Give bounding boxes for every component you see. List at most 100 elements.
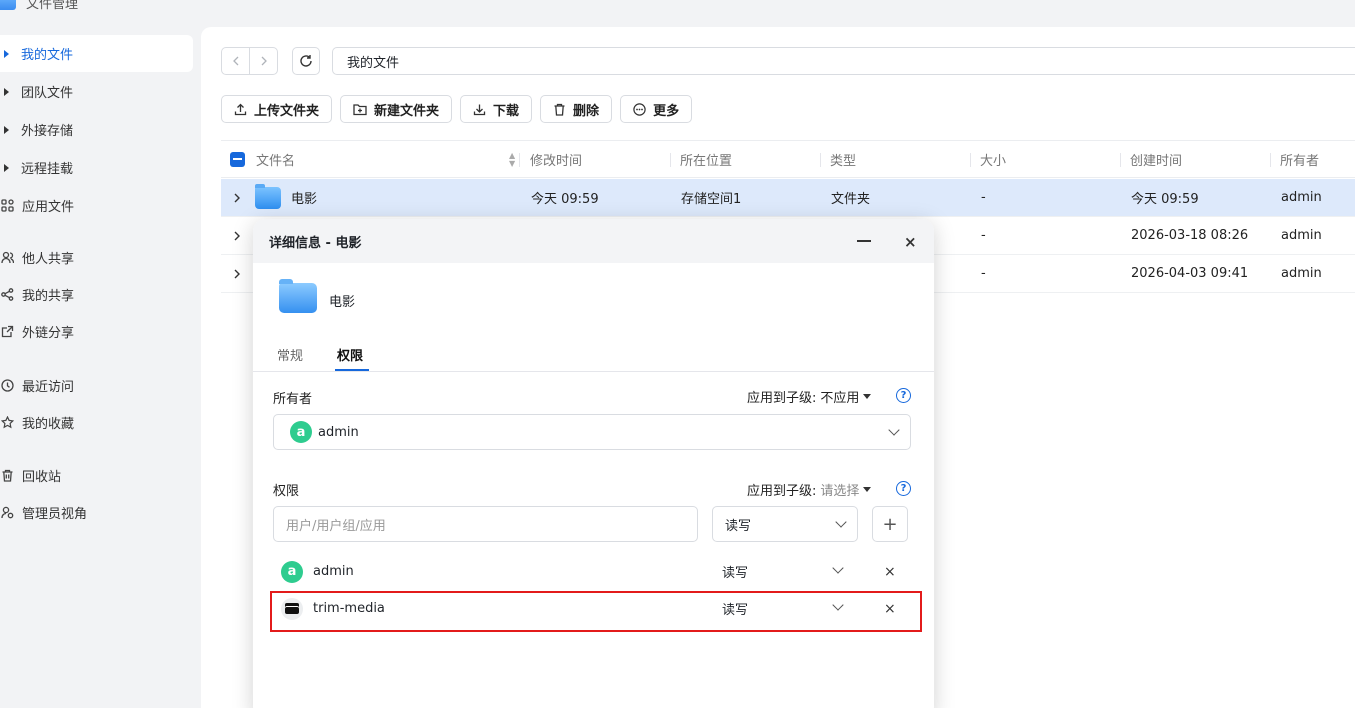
expand-chevron-icon[interactable] <box>233 255 241 292</box>
toolbar: 上传文件夹 新建文件夹 下载 删除 更多 <box>221 95 693 123</box>
minimize-button[interactable] <box>857 240 871 242</box>
new-folder-icon <box>353 103 367 115</box>
permission-select[interactable]: 读写 <box>712 506 858 542</box>
delete-button[interactable]: 删除 <box>540 95 613 123</box>
tab-general[interactable]: 常规 <box>277 345 303 364</box>
folder-icon <box>279 279 317 313</box>
caret-right-icon <box>4 87 9 96</box>
dialog-title: 详细信息 - 电影 <box>269 235 362 251</box>
entry-name: admin <box>313 564 354 579</box>
select-all-checkbox[interactable] <box>230 152 245 167</box>
sidebar-item-recent[interactable]: 最近访问 <box>0 367 193 404</box>
tab-permissions[interactable]: 权限 <box>337 345 363 364</box>
column-header-created[interactable]: 创建时间 <box>1130 141 1182 178</box>
expand-chevron-icon[interactable] <box>233 179 241 216</box>
owner-value: admin <box>318 424 359 440</box>
dropdown-triangle-icon <box>863 394 872 399</box>
sidebar-item-shared-with-me[interactable]: 他人共享 <box>0 239 193 276</box>
sidebar-item-my-files[interactable]: 我的文件 <box>0 35 193 72</box>
column-header-type[interactable]: 类型 <box>830 141 856 178</box>
sidebar-item-label: 应用文件 <box>22 200 75 215</box>
refresh-button[interactable] <box>292 47 320 75</box>
permissions-label: 权限 <box>273 484 300 499</box>
avatar: a <box>281 560 303 583</box>
owner: admin <box>1281 266 1322 281</box>
permission-entry: a admin 读写 × <box>273 553 921 590</box>
sidebar-item-my-shares[interactable]: 我的共享 <box>0 276 193 313</box>
close-button[interactable]: × <box>904 233 917 251</box>
download-button[interactable]: 下载 <box>460 95 533 123</box>
column-header-location[interactable]: 所在位置 <box>680 141 732 178</box>
modified-time: 今天 09:59 <box>531 192 599 207</box>
sidebar-item-favorites[interactable]: 我的收藏 <box>0 404 193 441</box>
created-time: 2026-03-18 08:26 <box>1131 228 1249 243</box>
details-dialog: 详细信息 - 电影 × 电影 常规 权限 所有者 应用到子级: 不应用 ? a … <box>253 219 934 708</box>
app-title: 文件管理 <box>0 0 78 12</box>
refresh-icon <box>300 55 312 67</box>
sidebar-item-label: 外链分享 <box>22 326 75 341</box>
path-bar[interactable]: 我的文件 <box>332 47 1355 75</box>
clock-icon <box>0 379 14 392</box>
expand-chevron-icon[interactable] <box>233 217 241 254</box>
help-icon[interactable]: ? <box>896 481 911 496</box>
app-title-text: 文件管理 <box>26 0 79 12</box>
sidebar-item-label: 回收站 <box>22 470 62 485</box>
dialog-header: 详细信息 - 电影 × <box>253 219 934 263</box>
file-manager-logo-icon <box>0 0 16 10</box>
forward-button[interactable] <box>249 48 277 74</box>
owner-select[interactable]: a admin <box>273 414 911 450</box>
new-folder-button[interactable]: 新建文件夹 <box>340 95 453 123</box>
table-row[interactable]: 电影 今天 09:59 存储空间1 文件夹 - 今天 09:59 admin <box>221 179 1355 217</box>
upload-folder-button[interactable]: 上传文件夹 <box>221 95 333 123</box>
users-icon <box>0 251 14 264</box>
caret-right-icon <box>4 163 9 172</box>
size: - <box>981 228 986 243</box>
upload-folder-label: 上传文件夹 <box>254 103 320 119</box>
sidebar-item-label: 团队文件 <box>21 86 74 101</box>
column-header-size[interactable]: 大小 <box>980 141 1006 178</box>
sidebar-item-team-files[interactable]: 团队文件 <box>0 73 193 110</box>
table-header: 文件名 ▲ ▼ 修改时间 所在位置 类型 大小 创建时间 所有者 <box>221 140 1355 178</box>
column-header-owner[interactable]: 所有者 <box>1280 141 1319 178</box>
sidebar-item-admin-view[interactable]: 管理员视角 <box>0 494 193 531</box>
remove-entry-button[interactable]: × <box>884 564 896 580</box>
chevron-down-icon[interactable] <box>832 562 844 574</box>
caret-right-icon <box>4 125 9 134</box>
sidebar-item-label: 管理员视角 <box>22 507 88 522</box>
sidebar-item-app-files[interactable]: 应用文件 <box>0 187 193 224</box>
sidebar-item-label: 他人共享 <box>22 252 75 267</box>
more-icon <box>633 102 646 116</box>
apps-grid-icon <box>0 199 14 212</box>
download-icon <box>473 104 486 115</box>
sidebar-item-label: 外接存储 <box>21 124 74 139</box>
upload-icon <box>234 103 247 115</box>
permissions-apply-to-children[interactable]: 应用到子级: 请选择 <box>747 480 872 499</box>
avatar: a <box>290 421 312 443</box>
add-permission-button[interactable]: + <box>872 506 908 542</box>
column-header-modified[interactable]: 修改时间 <box>530 141 582 178</box>
location: 存储空间1 <box>681 192 742 207</box>
sidebar-item-external-storage[interactable]: 外接存储 <box>0 111 193 148</box>
external-share-icon <box>0 325 14 338</box>
chevron-down-icon <box>835 516 847 528</box>
delete-label: 删除 <box>573 103 600 119</box>
sidebar-item-label: 最近访问 <box>22 380 75 395</box>
user-search-input[interactable]: 用户/用户组/应用 <box>273 506 698 542</box>
help-icon[interactable]: ? <box>896 388 911 403</box>
star-icon <box>0 416 14 429</box>
sort-icon[interactable]: ▲ ▼ <box>509 152 515 168</box>
sidebar-item-remote-mount[interactable]: 远程挂载 <box>0 149 193 186</box>
dialog-tabs: 常规 权限 <box>253 339 934 372</box>
sidebar-item-label: 我的文件 <box>21 48 74 63</box>
back-button[interactable] <box>222 48 249 74</box>
column-header-name[interactable]: 文件名 <box>256 141 295 178</box>
share-icon <box>0 288 14 301</box>
more-button[interactable]: 更多 <box>620 95 693 123</box>
owner-apply-to-children[interactable]: 应用到子级: 不应用 <box>747 387 872 406</box>
entry-permission[interactable]: 读写 <box>722 562 748 581</box>
sidebar-item-recycle-bin[interactable]: 回收站 <box>0 457 193 494</box>
admin-view-icon <box>0 506 14 519</box>
sidebar-item-link-shares[interactable]: 外链分享 <box>0 313 193 350</box>
history-nav <box>221 47 278 75</box>
owner: admin <box>1281 228 1322 243</box>
